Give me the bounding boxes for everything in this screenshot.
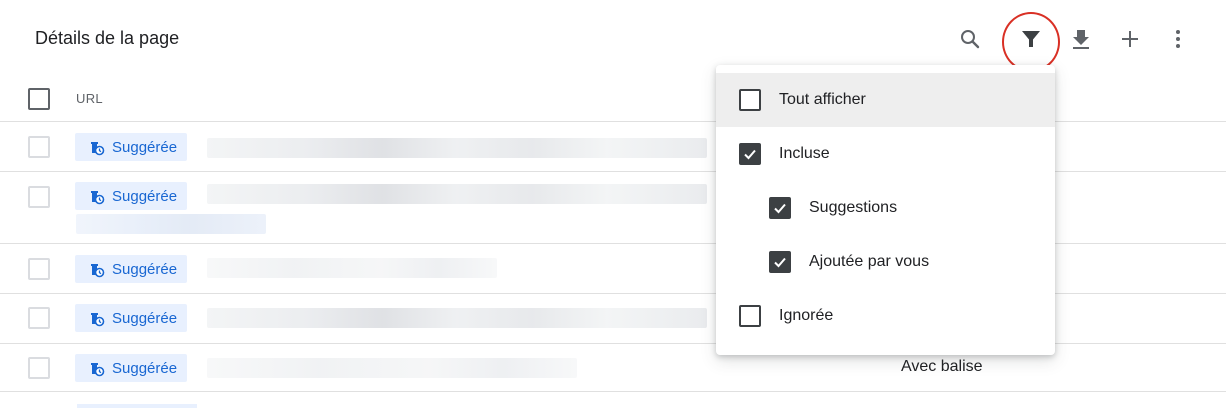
row-checkbox[interactable] <box>28 258 50 280</box>
status-label: Suggérée <box>112 138 178 156</box>
status-label: Suggérée <box>112 309 178 327</box>
add-icon <box>1122 31 1138 47</box>
suggested-clock-icon <box>91 142 105 156</box>
check-icon <box>744 149 756 160</box>
filter-option-show-all[interactable]: Tout afficher <box>716 73 1055 127</box>
search-icon <box>961 30 980 49</box>
row-checkbox[interactable] <box>28 186 50 208</box>
filter-option-label: Ajoutée par vous <box>809 253 930 270</box>
search-button[interactable] <box>955 24 985 54</box>
status-badge: Suggérée <box>75 182 188 210</box>
url-column-header[interactable]: URL <box>76 91 103 106</box>
more-options-button[interactable] <box>1163 24 1193 54</box>
checkbox-unchecked[interactable] <box>739 89 761 111</box>
add-button[interactable] <box>1115 24 1145 54</box>
partial-status-badge <box>77 404 197 408</box>
status-label: Suggérée <box>112 187 178 205</box>
filter-option-suggestions[interactable]: Suggestions <box>716 181 1055 235</box>
suggested-clock-icon <box>91 264 105 278</box>
redacted-url <box>207 358 577 378</box>
page-title: Détails de la page <box>35 28 180 48</box>
check-icon <box>774 257 786 268</box>
suggested-clock-icon <box>91 313 105 327</box>
checkbox-checked[interactable] <box>769 197 791 219</box>
download-icon <box>1073 30 1089 49</box>
row-checkbox[interactable] <box>28 357 50 379</box>
status-badge: Suggérée <box>75 354 188 382</box>
suggested-clock-icon <box>91 191 105 205</box>
tag-status-cell: Avec balise <box>901 358 983 375</box>
redacted-url-continued <box>76 214 266 234</box>
redacted-url <box>207 138 707 158</box>
more-vert-icon <box>1176 30 1180 48</box>
checkbox-checked[interactable] <box>769 251 791 273</box>
filter-option-label: Ignorée <box>779 307 834 324</box>
checkbox-checked[interactable] <box>739 143 761 165</box>
filter-option-label: Tout afficher <box>779 91 866 108</box>
filter-menu: Tout afficher Incluse Suggestions Ajouté… <box>716 65 1055 355</box>
filter-option-added-by-you[interactable]: Ajoutée par vous <box>716 235 1055 289</box>
row-checkbox[interactable] <box>28 307 50 329</box>
download-button[interactable] <box>1066 24 1096 54</box>
status-badge: Suggérée <box>75 304 188 332</box>
suggested-clock-icon <box>91 363 105 377</box>
redacted-url <box>207 308 707 328</box>
select-all-checkbox[interactable] <box>28 88 50 110</box>
filter-option-label: Incluse <box>779 145 830 162</box>
filter-option-included[interactable]: Incluse <box>716 127 1055 181</box>
status-badge: Suggérée <box>75 255 188 283</box>
checkbox-unchecked[interactable] <box>739 305 761 327</box>
redacted-url <box>207 184 707 204</box>
status-label: Suggérée <box>112 260 178 278</box>
redacted-url <box>207 258 497 278</box>
status-label: Suggérée <box>112 359 178 377</box>
filter-option-label: Suggestions <box>809 199 898 216</box>
status-badge: Suggérée <box>75 133 188 161</box>
filter-highlight-circle <box>1002 12 1060 72</box>
row-checkbox[interactable] <box>28 136 50 158</box>
check-icon <box>774 203 786 214</box>
filter-option-ignored[interactable]: Ignorée <box>716 289 1055 343</box>
